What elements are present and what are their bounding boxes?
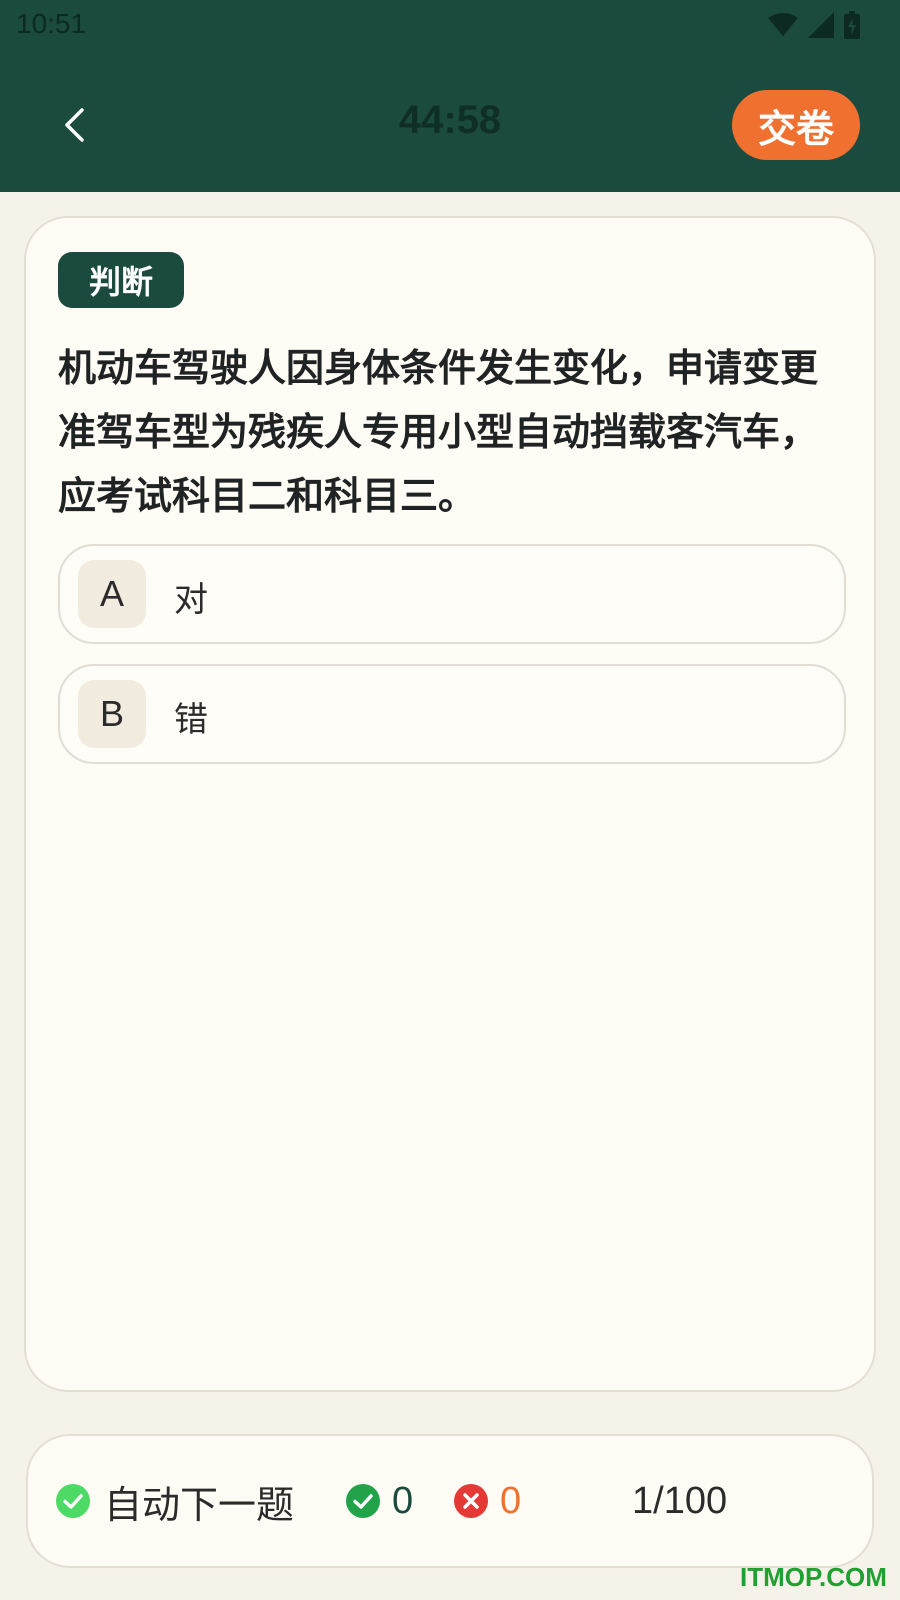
correct-icon bbox=[346, 1484, 380, 1518]
wrong-count: 0 bbox=[500, 1479, 522, 1522]
auto-next-toggle[interactable]: 自动下一题 bbox=[56, 1466, 294, 1536]
question-text: 机动车驾驶人因身体条件发生变化，申请变更准驾车型为残疾人专用小型自动挡载客汽车，… bbox=[58, 346, 819, 518]
auto-next-label: 自动下一题 bbox=[104, 1482, 295, 1527]
option-a[interactable]: A 对 bbox=[58, 544, 846, 644]
status-icons bbox=[768, 10, 860, 40]
submit-exam-button[interactable]: 交卷 bbox=[732, 90, 860, 160]
option-letter: A bbox=[78, 560, 146, 628]
option-text: 对 bbox=[174, 580, 208, 620]
correct-count: 0 bbox=[392, 1479, 414, 1522]
signal-icon bbox=[808, 12, 834, 38]
question-card: 判断 机动车驾驶人因身体条件发生变化，申请变更准驾车型为残疾人专用小型自动挡载客… bbox=[24, 216, 876, 1392]
wifi-icon bbox=[768, 13, 798, 36]
wrong-count-stat: 0 bbox=[454, 1466, 521, 1536]
option-letter: B bbox=[78, 680, 146, 748]
question-progress[interactable]: 1/100 bbox=[632, 1466, 727, 1536]
wrong-icon bbox=[454, 1484, 488, 1518]
correct-count-stat: 0 bbox=[346, 1466, 413, 1536]
app-header: 10:51 44:58 交卷 bbox=[0, 0, 900, 192]
option-b[interactable]: B 错 bbox=[58, 664, 846, 764]
bottom-bar: 自动下一题 0 0 1/100 bbox=[26, 1434, 874, 1568]
watermark: ITMOP.COM bbox=[740, 1562, 887, 1592]
battery-icon bbox=[844, 11, 860, 39]
option-text: 错 bbox=[174, 700, 208, 740]
question-type-badge: 判断 bbox=[58, 252, 184, 308]
check-circle-icon bbox=[56, 1484, 90, 1518]
status-time: 10:51 bbox=[16, 8, 87, 39]
